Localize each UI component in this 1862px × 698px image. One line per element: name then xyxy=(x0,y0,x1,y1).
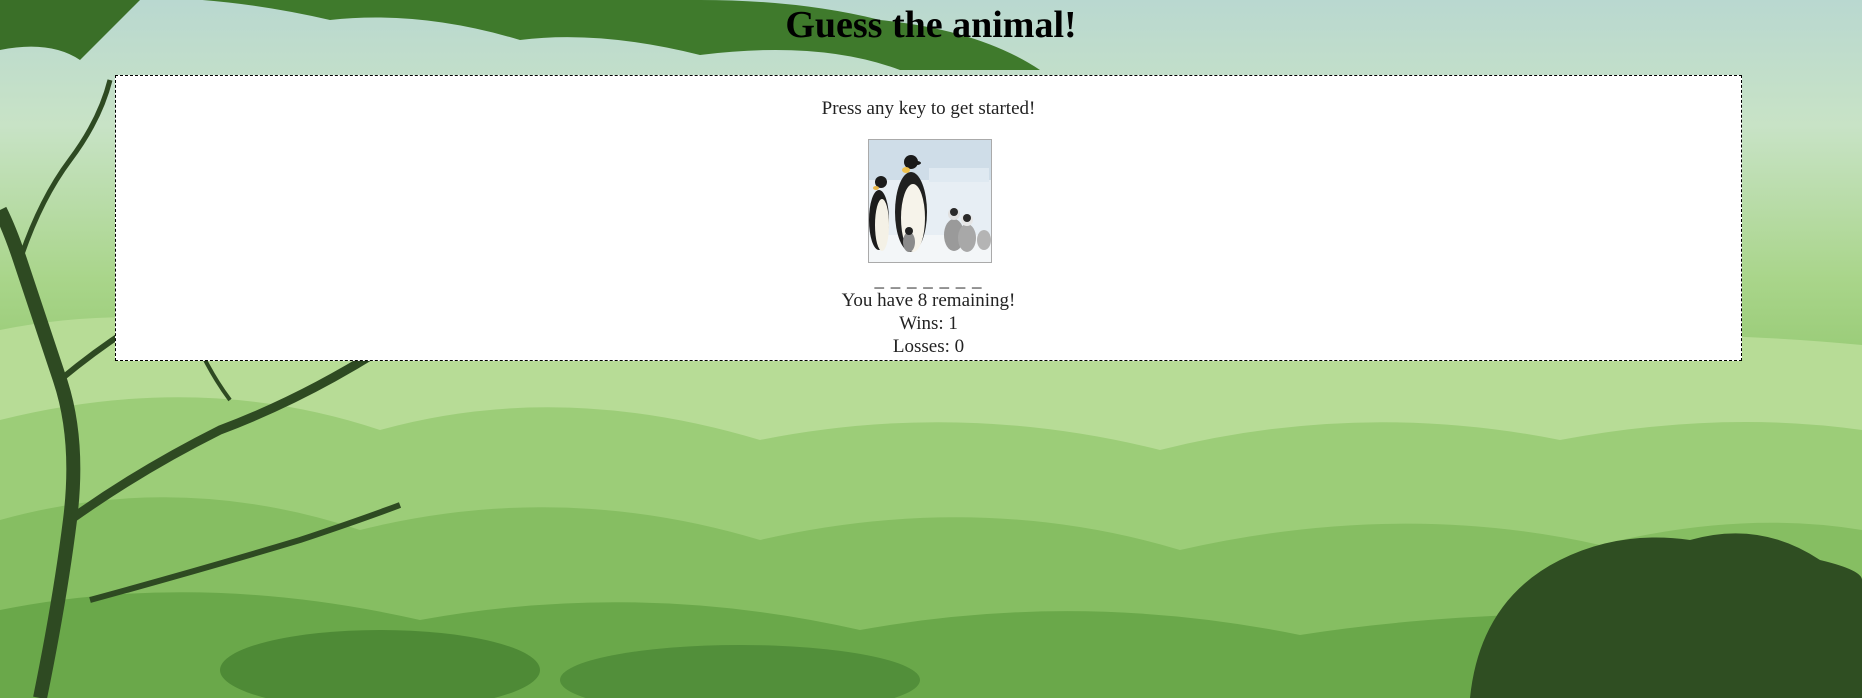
start-prompt: Press any key to get started! xyxy=(821,98,1036,119)
page-title: Guess the animal! xyxy=(785,4,1077,46)
game-panel: Press any key to get started! _ _ _ _ _ … xyxy=(115,75,1742,361)
penguin-picture xyxy=(869,140,991,262)
guesses-remaining: You have 8 remaining! xyxy=(841,290,1016,311)
wins-count: Wins: 1 xyxy=(899,313,958,334)
losses-count: Losses: 0 xyxy=(892,336,965,357)
animal-image xyxy=(868,139,992,263)
word-blanks: _ _ _ _ _ _ _ xyxy=(874,270,983,291)
